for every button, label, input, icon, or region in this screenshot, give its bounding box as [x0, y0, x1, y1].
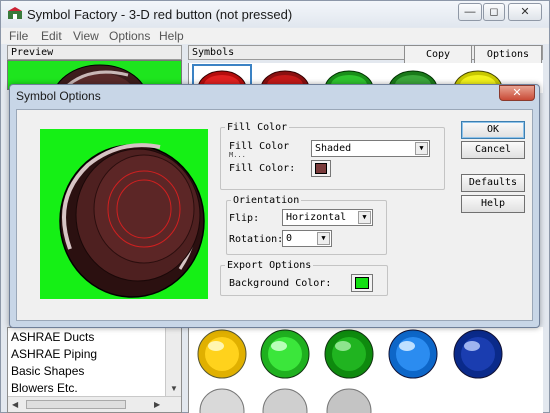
category-list[interactable]: ASHRAE Ducts ASHRAE Piping Basic Shapes …: [7, 327, 182, 413]
flip-select[interactable]: Horizontal ▼: [282, 209, 373, 226]
symbols-grid-lower: [188, 327, 543, 413]
category-horizontal-scrollbar[interactable]: ◀ ▶: [8, 396, 181, 412]
rotation-value: 0: [286, 233, 293, 244]
symbol-gray-round-button-2[interactable]: [262, 388, 308, 413]
fill-color-swatch-button[interactable]: [311, 160, 331, 177]
scroll-right-icon[interactable]: ▶: [154, 400, 160, 409]
symbol-gray-round-button[interactable]: [199, 388, 245, 413]
fill-color-mode-label-cont: M...: [229, 151, 246, 159]
symbol-blue-round-button[interactable]: [388, 329, 438, 379]
chevron-down-icon[interactable]: ▼: [317, 232, 330, 245]
scroll-down-icon[interactable]: ▼: [170, 384, 178, 393]
fill-color-legend: Fill Color: [227, 122, 288, 133]
rotation-select[interactable]: 0 ▼: [282, 230, 332, 247]
fill-color-swatch: [315, 163, 327, 174]
category-ashrae-ducts[interactable]: ASHRAE Ducts: [11, 330, 94, 344]
symbol-lightgreen-round-button[interactable]: [260, 329, 310, 379]
symbol-yellow-round-button[interactable]: [197, 329, 247, 379]
cancel-button[interactable]: Cancel: [461, 141, 525, 159]
scroll-left-icon[interactable]: ◀: [12, 400, 18, 409]
maximize-button[interactable]: ◻: [483, 3, 505, 21]
chevron-down-icon[interactable]: ▼: [415, 142, 428, 155]
minimize-button[interactable]: —: [458, 3, 482, 21]
dialog-title: Symbol Options: [16, 89, 101, 103]
menu-view[interactable]: View: [73, 29, 99, 43]
category-ashrae-piping[interactable]: ASHRAE Piping: [11, 347, 97, 361]
symbol-darkblue-round-button[interactable]: [453, 329, 503, 379]
rotation-label: Rotation:: [229, 234, 284, 245]
orientation-legend: Orientation: [233, 195, 300, 206]
preview-header: Preview: [7, 45, 182, 60]
flip-label: Flip:: [229, 213, 260, 224]
title-bar: Symbol Factory - 3-D red button (not pre…: [1, 1, 549, 27]
fill-color-mode-value: Shaded: [315, 143, 352, 154]
fill-color-mode-select[interactable]: Shaded ▼: [311, 140, 430, 157]
background-color-swatch-button[interactable]: [351, 274, 373, 292]
ok-button[interactable]: OK: [461, 121, 525, 139]
menu-bar: File Edit View Options Help: [1, 28, 549, 44]
window-title: Symbol Factory - 3-D red button (not pre…: [27, 7, 293, 22]
defaults-button[interactable]: Defaults: [461, 174, 525, 192]
symbol-green-round-button[interactable]: [324, 329, 374, 379]
dialog-close-button[interactable]: ✕: [499, 85, 535, 101]
options-button[interactable]: Options: [474, 45, 542, 64]
category-vertical-scrollbar[interactable]: ▼: [165, 328, 181, 398]
category-blowers[interactable]: Blowers Etc.: [11, 381, 78, 395]
menu-help[interactable]: Help: [159, 29, 184, 43]
help-button[interactable]: Help: [461, 195, 525, 213]
menu-edit[interactable]: Edit: [41, 29, 62, 43]
menu-options[interactable]: Options: [109, 29, 150, 43]
dialog-preview: [40, 129, 208, 299]
symbol-gray-round-button-3[interactable]: [326, 388, 372, 413]
category-basic-shapes[interactable]: Basic Shapes: [11, 364, 84, 378]
background-color-label: Background Color:: [229, 278, 332, 289]
fill-color-label: Fill Color:: [229, 163, 296, 174]
dialog-body: Fill Color Fill Color M... Shaded ▼ Fill…: [16, 109, 533, 321]
flip-value: Horizontal: [286, 212, 347, 223]
app-icon: [8, 7, 22, 19]
background-color-swatch: [355, 277, 369, 289]
menu-file[interactable]: File: [9, 29, 28, 43]
scroll-thumb[interactable]: [26, 400, 126, 409]
copy-button[interactable]: Copy: [404, 45, 472, 64]
symbol-options-dialog: Symbol Options ✕ Fill Color Fill Color M…: [9, 84, 540, 328]
close-button[interactable]: ✕: [508, 3, 542, 21]
red-button-3d-icon: [59, 143, 205, 298]
export-options-legend: Export Options: [227, 260, 312, 271]
chevron-down-icon[interactable]: ▼: [358, 211, 371, 224]
